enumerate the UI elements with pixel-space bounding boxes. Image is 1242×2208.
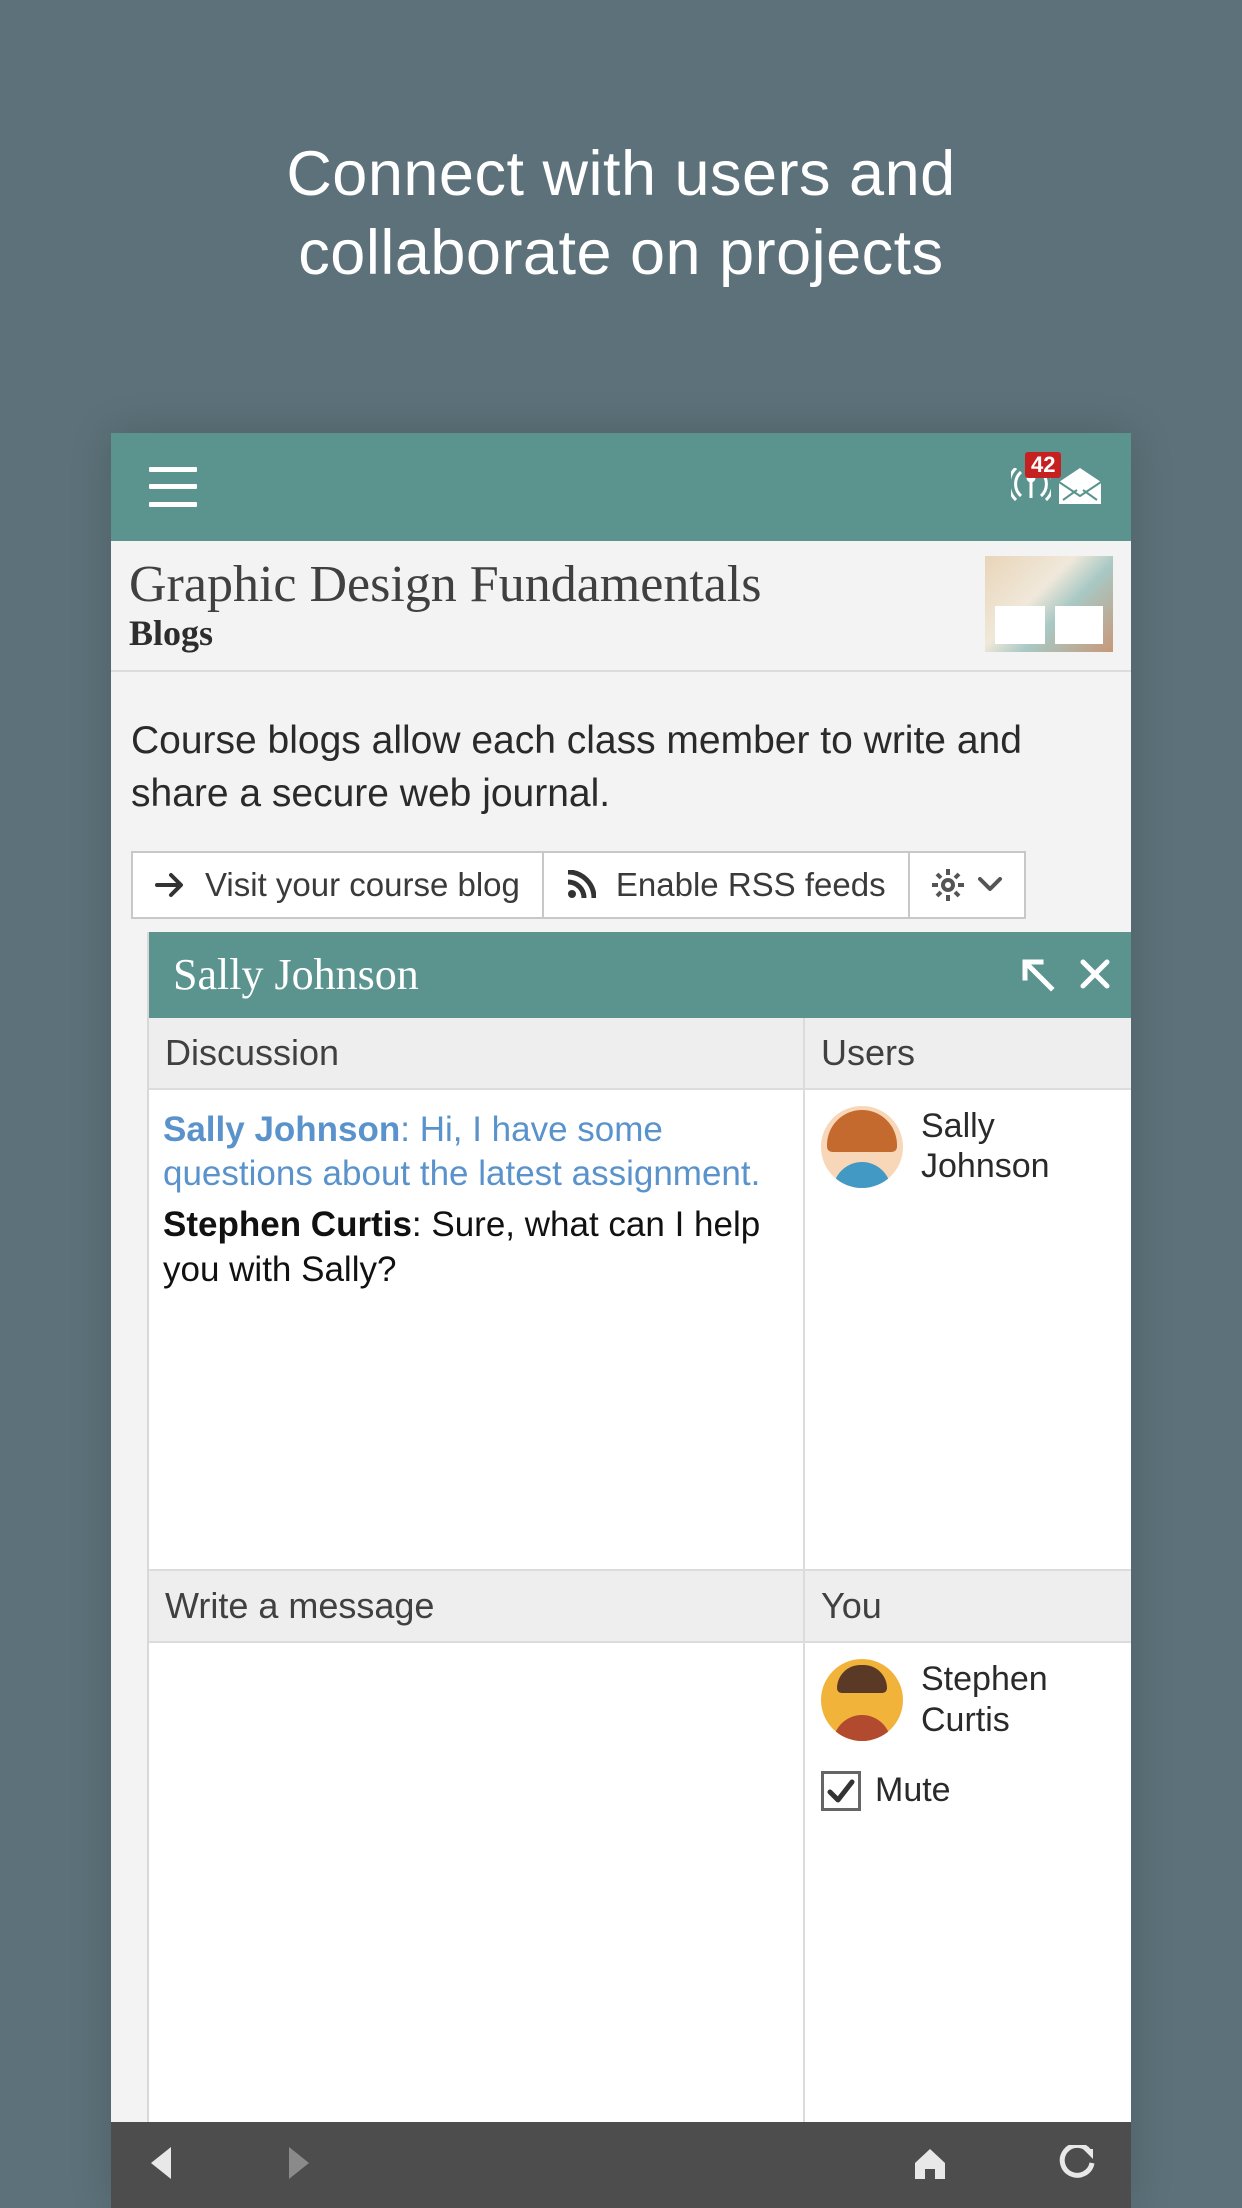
visit-blog-label: Visit your course blog <box>205 866 520 904</box>
menu-icon[interactable] <box>149 467 197 507</box>
you-panel: Stephen Curtis Mute <box>805 1643 1131 2122</box>
popout-icon[interactable] <box>1021 958 1055 992</box>
app-header: 42 <box>111 433 1131 541</box>
message-author: Stephen Curtis <box>163 1205 412 1244</box>
refresh-icon[interactable] <box>1059 2145 1095 2186</box>
you-user-name: Stephen Curtis <box>921 1659 1115 1741</box>
home-icon[interactable] <box>911 2145 949 2186</box>
forward-icon[interactable] <box>285 2145 313 2186</box>
enable-rss-label: Enable RSS feeds <box>616 866 886 904</box>
header-actions: 42 <box>1011 468 1103 506</box>
blog-description: Course blogs allow each class member to … <box>111 672 1131 852</box>
message-item: Stephen Curtis: Sure, what can I help yo… <box>163 1203 789 1293</box>
chat-title: Sally Johnson <box>173 949 419 1000</box>
chat-columns-header: Discussion Users <box>149 1018 1131 1090</box>
device-frame: 42 Graphic Design Fundamentals Blogs Cou… <box>111 433 1131 2208</box>
chat-titlebar: Sally Johnson <box>149 932 1131 1018</box>
message-author: Sally Johnson <box>163 1110 400 1149</box>
visit-blog-button[interactable]: Visit your course blog <box>131 851 544 919</box>
chat-panel: Sally Johnson Discussion Users Sal <box>147 932 1131 2123</box>
chevron-down-icon <box>978 877 1002 893</box>
settings-button[interactable] <box>910 851 1026 919</box>
user-name: Sally Johnson <box>921 1106 1115 1188</box>
arrow-right-icon <box>155 872 185 898</box>
avatar <box>821 1659 903 1741</box>
enable-rss-button[interactable]: Enable RSS feeds <box>544 851 910 919</box>
user-list: Sally Johnson <box>805 1090 1131 1569</box>
promo-headline: Connect with users and collaborate on pr… <box>286 135 955 293</box>
users-header: Users <box>805 1018 1131 1088</box>
message-input[interactable] <box>149 1643 805 2122</box>
rss-icon <box>566 870 596 900</box>
bottom-nav <box>111 2122 1131 2208</box>
message-item: Sally Johnson: Hi, I have some questions… <box>163 1108 789 1198</box>
gear-icon <box>932 869 964 901</box>
title-bar: Graphic Design Fundamentals Blogs <box>111 541 1131 672</box>
chat-footer-header: Write a message You <box>149 1569 1131 1643</box>
discussion-header: Discussion <box>149 1018 805 1088</box>
close-icon[interactable] <box>1079 958 1111 992</box>
promo-line1: Connect with users and <box>286 135 955 214</box>
mute-toggle[interactable]: Mute <box>821 1771 1115 1811</box>
course-section: Blogs <box>129 612 762 654</box>
course-thumbnail <box>985 556 1113 652</box>
content-area: Course blogs allow each class member to … <box>111 672 1131 2123</box>
course-title: Graphic Design Fundamentals <box>129 555 762 614</box>
mute-label: Mute <box>875 1771 951 1810</box>
action-buttons: Visit your course blog Enable RSS feeds <box>131 851 1111 919</box>
promo-line2: collaborate on projects <box>286 214 955 293</box>
notification-badge: 42 <box>1025 452 1061 478</box>
message-list: Sally Johnson: Hi, I have some questions… <box>149 1090 805 1569</box>
checkbox-icon <box>821 1771 861 1811</box>
write-message-header: Write a message <box>149 1571 805 1641</box>
back-icon[interactable] <box>147 2145 175 2186</box>
avatar <box>821 1106 903 1188</box>
mail-icon[interactable] <box>1057 468 1103 506</box>
you-header: You <box>805 1571 1131 1641</box>
